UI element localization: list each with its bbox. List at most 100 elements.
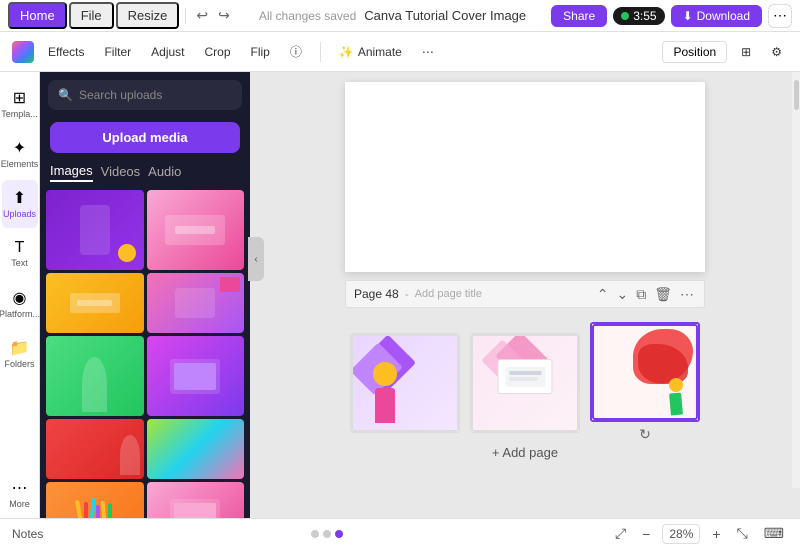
sidebar-label-more: More [9,500,30,510]
bottom-bar: Notes ⤢ − 28% + ⤡ ⌨ [0,518,800,548]
zoom-in-button[interactable]: + [708,524,724,544]
page-copy-button[interactable]: ⧉ [634,284,648,305]
redo-button[interactable]: ↪ [214,5,234,26]
sidebar-label-text: Text [11,259,28,269]
folders-icon: 📁 [10,338,30,358]
effects-button[interactable]: Effects [42,41,90,63]
page-label-bar: Page 48 - Add page title ⌃ ⌄ ⧉ 🗑 ⋯ [345,280,705,308]
saved-status: All changes saved [259,9,356,23]
panel-collapse-button[interactable]: ‹ [248,237,264,281]
filter-button[interactable]: Filter [98,41,137,63]
list-item[interactable] [46,273,144,333]
list-item[interactable] [46,482,144,518]
toolbar-separator [320,42,321,62]
download-button[interactable]: ⬇ Download [671,5,762,27]
thumb-item-2[interactable] [470,333,580,433]
timer-text: 3:55 [633,9,656,23]
sidebar-label-folders: Folders [4,360,34,370]
upload-panel: 🔍 Upload media Images Videos Audio [40,72,250,518]
sidebar-label-uploads: Uploads [3,210,36,220]
zoom-level[interactable]: 28% [662,524,700,544]
toolbar-more-button[interactable]: ⋯ [416,41,440,63]
search-input[interactable] [79,88,234,102]
download-icon: ⬇ [683,9,693,23]
list-item[interactable] [46,336,144,416]
page-down-button[interactable]: ⌄ [614,284,630,305]
right-scrollbar[interactable] [792,72,800,488]
fullscreen-button[interactable]: ⤡ [733,523,752,544]
list-item[interactable] [46,190,144,270]
list-item[interactable] [46,419,144,479]
zoom-fit-button[interactable]: ⤢ [611,523,630,544]
more-tools-button[interactable]: ⚙ [765,41,788,63]
nav-tabs: Home File Resize ↩ ↪ [8,2,234,29]
list-item[interactable] [147,336,245,416]
timer-dot [621,12,629,20]
list-item[interactable] [147,273,245,333]
page-more-button[interactable]: ⋯ [678,284,696,305]
document-title: Canva Tutorial Cover Image [364,8,526,23]
upload-media-button[interactable]: Upload media [50,122,240,153]
thumb-item-1[interactable] [350,333,460,433]
page-actions: ⌃ ⌄ ⧉ 🗑 ⋯ [595,284,696,305]
brand-icon: ◉ [13,288,27,308]
animate-sparkle-icon: ✨ [339,45,354,59]
divider [185,8,186,24]
tab-file[interactable]: File [69,2,114,29]
add-page-title-btn[interactable]: Add page title [415,288,482,300]
page-number: Page 48 [354,287,399,301]
sidebar-item-templates[interactable]: ⊞ Templa... [2,80,38,128]
canvas-area: Page 48 - Add page title ⌃ ⌄ ⧉ 🗑 ⋯ [250,72,800,518]
sidebar-item-uploads[interactable]: ⬆ Uploads [2,180,38,228]
list-item[interactable] [147,482,245,518]
more-icon: ⋯ [12,478,28,498]
uploads-icon: ⬆ [13,188,26,208]
sidebar-item-folders[interactable]: 📁 Folders [2,330,38,378]
crop-button[interactable]: Crop [199,41,237,63]
notes-button[interactable]: Notes [12,527,43,541]
position-button[interactable]: Position [662,41,727,63]
share-button[interactable]: Share [551,5,607,27]
sidebar-item-elements[interactable]: ✦ Elements [2,130,38,178]
tab-resize[interactable]: Resize [116,2,180,29]
thumb-box-3-selected [590,322,700,422]
second-toolbar: Effects Filter Adjust Crop Flip ⓘ ✨ Anim… [0,32,800,72]
list-item[interactable] [147,419,245,479]
thumb-box-1 [350,333,460,433]
tab-videos[interactable]: Videos [101,161,141,182]
info-button[interactable]: ⓘ [284,39,308,64]
adjust-button[interactable]: Adjust [145,41,190,63]
sidebar-label-elements: Elements [1,160,39,170]
list-item[interactable] [147,190,245,270]
media-tabs: Images Videos Audio [40,161,250,182]
zoom-out-button[interactable]: − [638,524,654,544]
undo-redo-group: ↩ ↪ [192,5,233,26]
search-bar: 🔍 [48,80,242,110]
tab-audio[interactable]: Audio [148,161,181,182]
add-page-button[interactable]: + Add page [480,441,570,464]
icon-sidebar: ⊞ Templa... ✦ Elements ⬆ Uploads T Text … [0,72,40,518]
tab-images[interactable]: Images [50,161,93,182]
toolbar-right-group: Position ⊞ ⚙ [662,41,788,63]
tab-home[interactable]: Home [8,2,67,29]
top-bar-right: Share 3:55 ⬇ Download ⋯ [551,4,792,28]
grid-view-button[interactable]: ⊞ [735,41,757,63]
templates-icon: ⊞ [13,88,26,108]
scrollbar-thumb [794,80,799,110]
sidebar-item-brand[interactable]: ◉ Platform... [2,280,38,328]
thumb-item-3[interactable]: ↻ [590,322,700,444]
thumbnails-row: ↻ [350,322,700,444]
page-up-button[interactable]: ⌃ [595,284,611,305]
flip-button[interactable]: Flip [245,41,276,63]
color-palette-icon[interactable] [12,41,34,63]
more-options-button[interactable]: ⋯ [768,4,792,28]
undo-button[interactable]: ↩ [192,5,212,26]
sidebar-item-more[interactable]: ⋯ More [2,470,38,518]
page-delete-button[interactable]: 🗑 [652,284,674,305]
animate-button[interactable]: ✨ Animate [333,41,408,63]
canvas-page [345,82,705,272]
page-dot-active [335,530,343,538]
keyboard-shortcut-button[interactable]: ⌨ [760,523,788,544]
sidebar-item-text[interactable]: T Text [2,230,38,278]
add-page-row: + Add page [250,441,800,464]
